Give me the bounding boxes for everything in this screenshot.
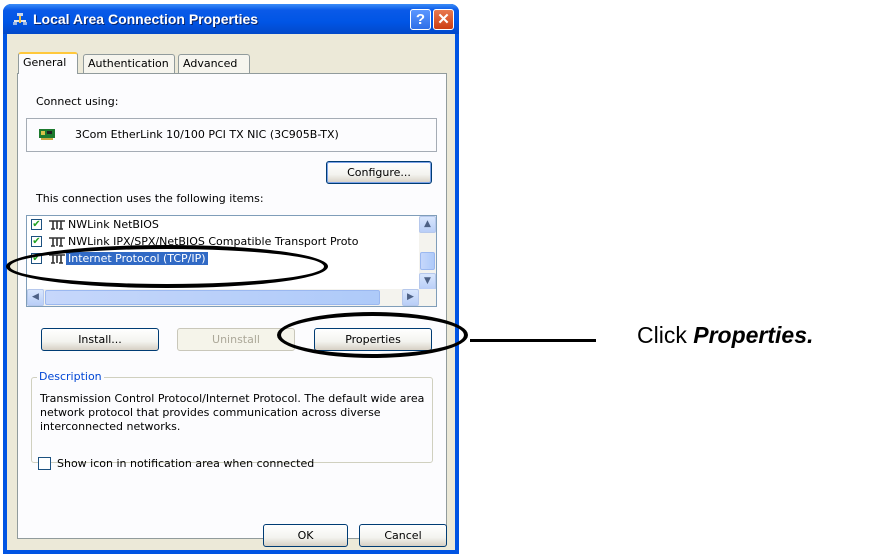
item-checkbox[interactable]: ✔ [31,236,42,247]
callout-prefix: Click [637,322,694,348]
install-button[interactable]: Install... [41,328,159,351]
horizontal-scroll-thumb[interactable] [45,290,380,305]
item-label: NWLink NetBIOS [68,218,159,231]
protocol-icon [49,237,65,247]
horizontal-scrollbar[interactable]: ◀ ▶ [27,289,436,306]
help-button[interactable]: ? [410,9,431,30]
highlight-ellipse-properties [277,312,468,358]
tab-advanced[interactable]: Advanced [178,54,250,73]
dialog-body: General Authentication Advanced Connect … [7,34,455,550]
scroll-up-icon[interactable]: ▲ [419,216,436,233]
description-text: Transmission Control Protocol/Internet P… [40,392,425,433]
connect-using-label: Connect using: [36,95,119,108]
callout-emphasis: Properties. [693,322,814,348]
ok-button[interactable]: OK [263,524,348,547]
network-card-icon [39,129,55,140]
highlight-ellipse-tcpip [6,245,328,288]
protocol-icon [49,220,65,230]
show-icon-label[interactable]: Show icon in notification area when conn… [57,457,314,470]
adapter-name: 3Com EtherLink 10/100 PCI TX NIC (3C905B… [75,128,339,141]
window-title: Local Area Connection Properties [33,11,259,27]
adapter-box: 3Com EtherLink 10/100 PCI TX NIC (3C905B… [26,118,437,152]
scroll-down-icon[interactable]: ▼ [419,273,436,290]
scroll-right-icon[interactable]: ▶ [402,289,419,306]
configure-button[interactable]: Configure... [326,161,432,184]
items-label: This connection uses the following items… [36,192,264,205]
cancel-button[interactable]: Cancel [359,524,447,547]
title-bar[interactable]: Local Area Connection Properties ? ✕ [3,4,459,34]
show-icon-checkbox[interactable] [38,457,51,470]
callout-pointer-line [470,339,596,342]
close-button[interactable]: ✕ [433,9,454,30]
callout-text: Click Properties. [637,322,813,349]
vertical-scroll-thumb[interactable] [420,252,435,270]
tab-general[interactable]: General [18,52,78,74]
description-legend: Description [37,370,104,383]
vertical-scrollbar[interactable]: ▲ ▼ [419,216,436,290]
network-connection-icon [13,13,27,25]
tab-authentication[interactable]: Authentication [83,54,175,73]
item-checkbox[interactable]: ✔ [31,219,42,230]
scroll-left-icon[interactable]: ◀ [27,289,44,306]
